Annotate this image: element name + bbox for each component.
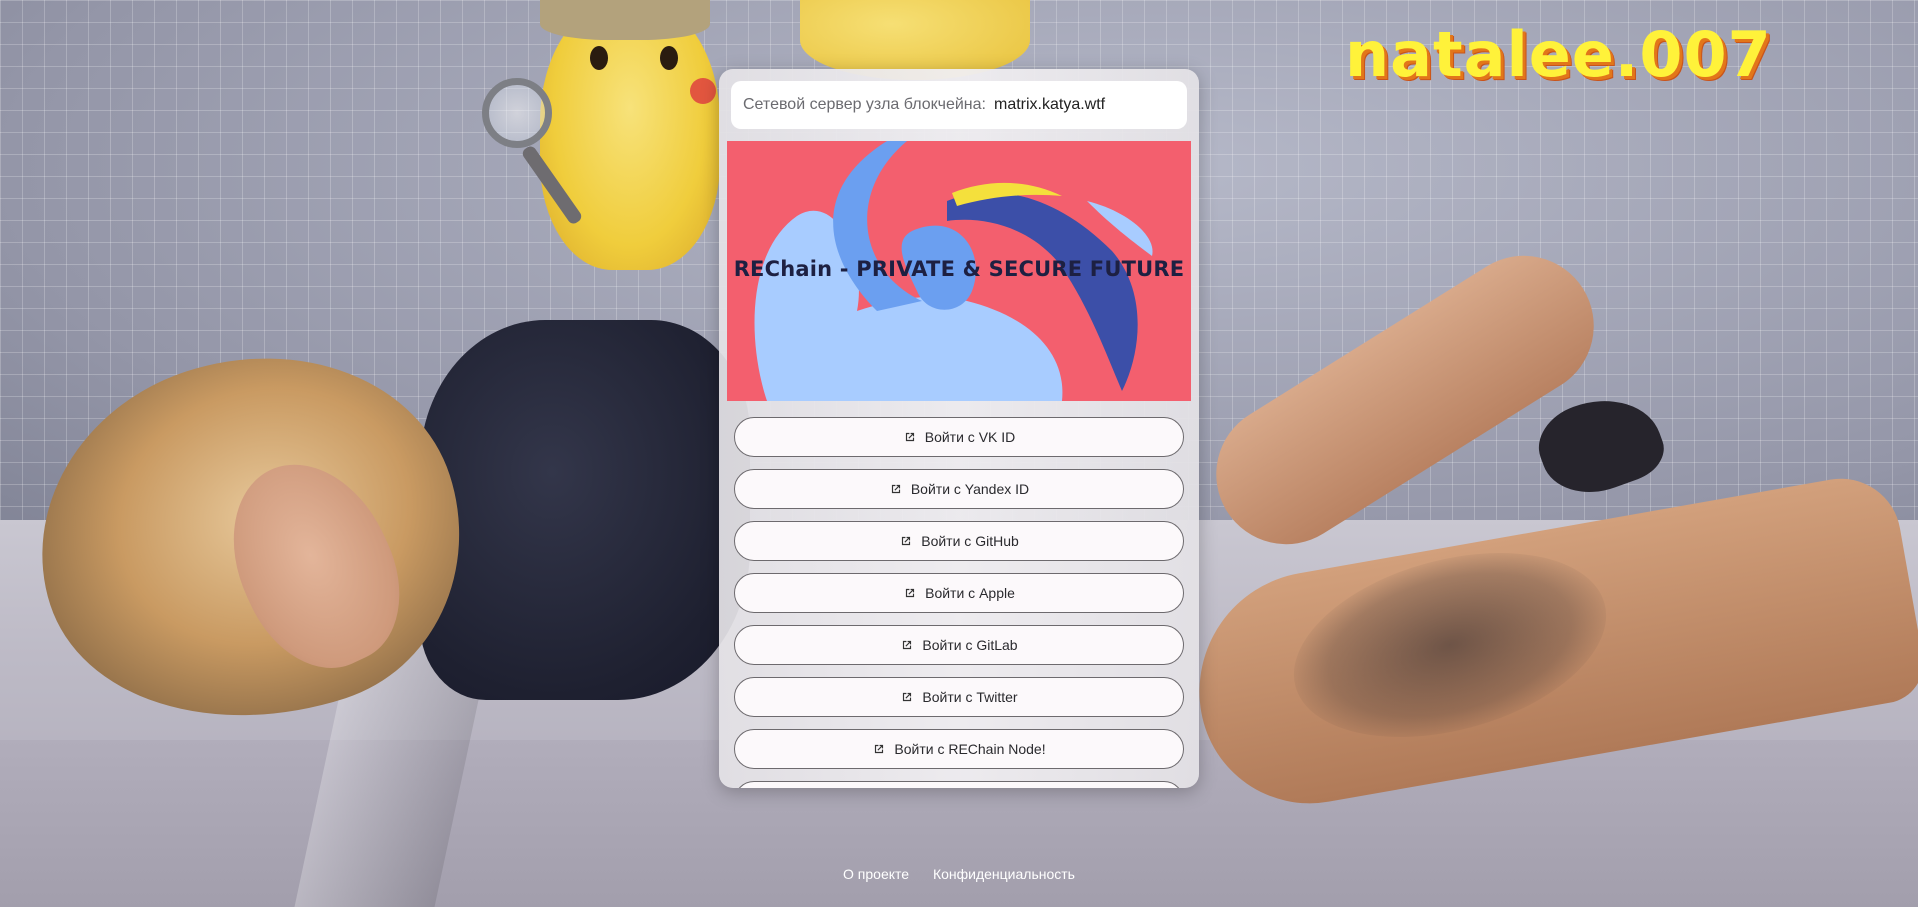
external-link-icon — [875, 744, 884, 754]
pikachu-ear — [800, 0, 1030, 80]
brand-logo-text: natalee.007 — [1345, 18, 1772, 91]
model-shirt — [420, 320, 750, 700]
external-link-icon — [891, 484, 900, 494]
external-link-icon — [906, 588, 915, 598]
rechain-banner: REChain - PRIVATE & SECURE FUTURE — [727, 141, 1191, 401]
pikachu-cheek — [690, 78, 716, 104]
homeserver-input[interactable] — [991, 95, 1199, 115]
login-gitlab-button[interactable]: Войти с GitLab — [734, 625, 1184, 665]
external-link-icon — [902, 536, 911, 546]
login-button-label: Войти с Twitter — [922, 689, 1018, 705]
login-button-label: Войти с GitLab — [922, 637, 1018, 653]
about-link[interactable]: О проекте — [843, 866, 909, 882]
login-button-label: Войти с REChain Node! — [894, 741, 1046, 757]
external-link-icon — [903, 640, 912, 650]
homeserver-label: Сетевой сервер узла блокчейна: — [743, 96, 986, 113]
login-twitter-button[interactable]: Войти с Twitter — [734, 677, 1184, 717]
login-button-list: Войти с VK ID Войти с Yandex ID Войти с … — [734, 417, 1184, 788]
login-more-button-partial[interactable] — [734, 781, 1184, 788]
external-link-icon — [905, 432, 914, 442]
login-apple-button[interactable]: Войти с Apple — [734, 573, 1184, 613]
login-github-button[interactable]: Войти с GitHub — [734, 521, 1184, 561]
login-rechain-node-button[interactable]: Войти с REChain Node! — [734, 729, 1184, 769]
login-yandex-button[interactable]: Войти с Yandex ID — [734, 469, 1184, 509]
login-button-label: Войти с Apple — [925, 585, 1015, 601]
login-button-label: Войти с GitHub — [921, 533, 1019, 549]
magnifier-icon — [482, 78, 552, 148]
login-button-label: Войти с Yandex ID — [910, 481, 1030, 497]
login-card: Сетевой сервер узла блокчейна: REChain -… — [719, 69, 1199, 788]
login-vk-button[interactable]: Войти с VK ID — [734, 417, 1184, 457]
pikachu-eye-right — [660, 46, 678, 70]
login-button-label: Войти с VK ID — [924, 429, 1016, 445]
privacy-link[interactable]: Конфиденциальность — [933, 866, 1075, 882]
banner-title: REChain - PRIVATE & SECURE FUTURE — [733, 257, 1185, 281]
pikachu-eye-left — [590, 46, 608, 70]
pikachu-hat — [540, 0, 710, 40]
external-link-icon — [903, 692, 912, 702]
footer-links: О проекте Конфиденциальность — [0, 866, 1918, 882]
pikachu-figure — [540, 0, 720, 270]
homeserver-field[interactable]: Сетевой сервер узла блокчейна: — [731, 81, 1199, 129]
